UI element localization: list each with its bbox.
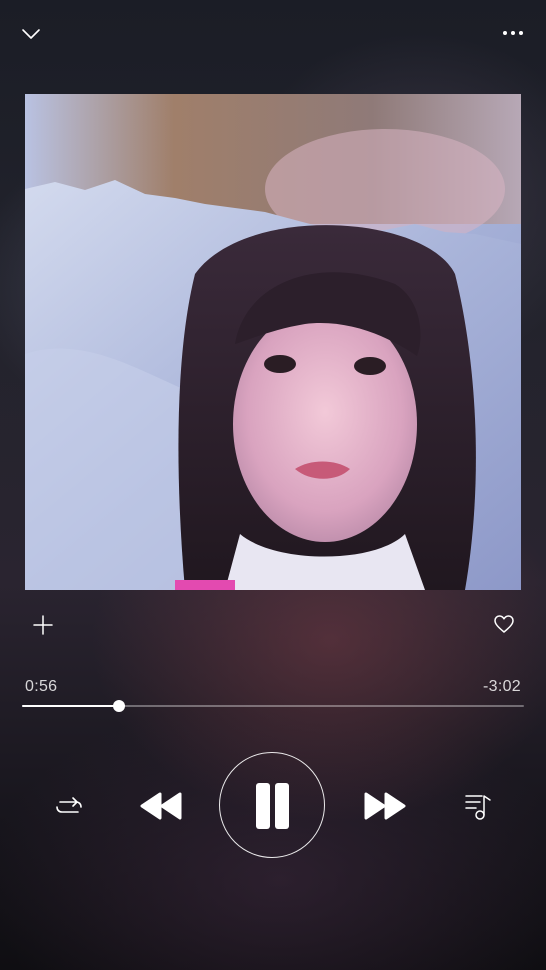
progress-slider[interactable] xyxy=(22,700,524,712)
elapsed-time: 0:56 xyxy=(25,678,58,695)
album-artwork xyxy=(25,94,521,590)
heart-icon[interactable] xyxy=(492,612,516,636)
repeat-icon[interactable] xyxy=(52,792,86,822)
playback-controls xyxy=(0,752,546,860)
chevron-down-icon[interactable] xyxy=(20,22,42,44)
more-dots-icon[interactable] xyxy=(500,22,526,44)
queue-list-icon[interactable] xyxy=(463,790,493,822)
progress-fill xyxy=(22,705,120,707)
plus-icon[interactable] xyxy=(30,612,56,638)
fast-forward-icon[interactable] xyxy=(362,788,408,824)
pause-icon xyxy=(256,783,270,829)
pause-icon-bar xyxy=(275,783,289,829)
remaining-time: -3:02 xyxy=(483,678,521,695)
top-bar xyxy=(20,18,526,48)
rewind-icon[interactable] xyxy=(138,788,184,824)
pause-button[interactable] xyxy=(219,752,325,858)
track-actions xyxy=(30,610,516,640)
